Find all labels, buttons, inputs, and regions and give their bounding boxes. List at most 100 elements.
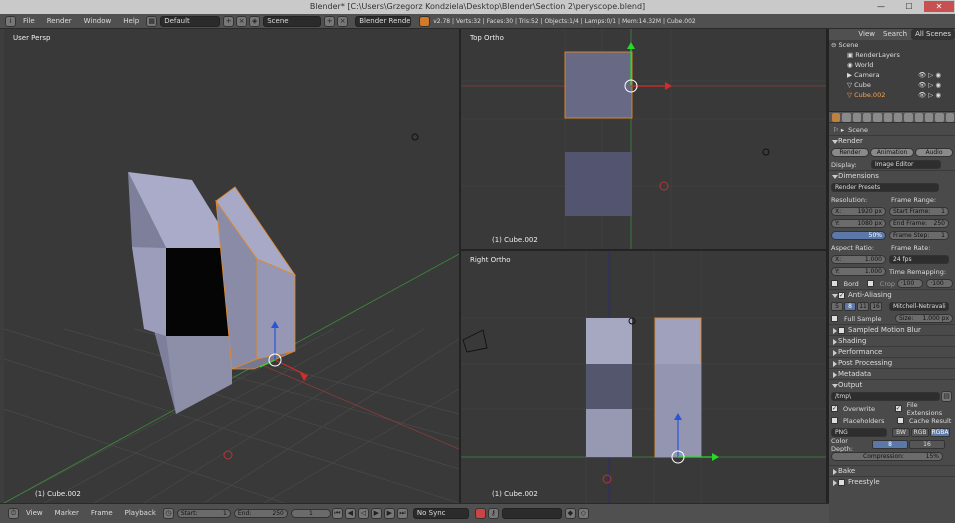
viewport-right-ortho[interactable]: Right Ortho (1) Cube.002 (461, 251, 826, 503)
particles-tab-icon[interactable] (935, 112, 944, 122)
section-performance[interactable]: Performance (829, 346, 955, 357)
menu-file[interactable]: File (17, 14, 41, 29)
section-motion-blur[interactable]: Sampled Motion Blur (829, 324, 955, 335)
audio-button[interactable]: Audio (915, 148, 953, 157)
menu-help[interactable]: Help (117, 14, 145, 29)
viewport-user-persp[interactable]: User Persp (1) Cube.002 (4, 29, 459, 503)
keying-set-field[interactable] (501, 508, 562, 519)
material-tab-icon[interactable] (914, 112, 923, 122)
menu-window[interactable]: Window (78, 14, 118, 29)
aa-size-field[interactable]: Size: 1.000 px (895, 314, 953, 323)
layers-tab-icon[interactable] (842, 112, 851, 122)
constraints-tab-icon[interactable] (883, 112, 892, 122)
section-anti-aliasing[interactable]: ✓ Anti-Aliasing (829, 289, 955, 300)
maximize-button[interactable]: ☐ (896, 1, 922, 12)
viewport-divider[interactable] (461, 249, 827, 251)
start-frame-field[interactable]: Start: 1 (176, 509, 231, 518)
color-rgb-button[interactable]: RGB (911, 428, 929, 437)
outliner-item-cube002[interactable]: ▽ Cube.002 👁 ▷ ◉ (829, 90, 955, 100)
outliner-item-world[interactable]: ◉ World (829, 60, 955, 70)
remap-old-field[interactable]: ·100 (896, 279, 924, 288)
outliner-item-camera[interactable]: ▶ Camera 👁 ▷ ◉ (829, 70, 955, 80)
outliner-item-scene[interactable]: ⊖ Scene (829, 40, 955, 50)
scene-select[interactable]: Scene (263, 15, 322, 27)
end-frame-field[interactable]: End Frame: 250 (889, 219, 949, 228)
world-tab-icon[interactable] (862, 112, 872, 122)
resolution-x-field[interactable]: X: 1920 px (831, 207, 886, 216)
section-bake[interactable]: Bake (829, 465, 955, 476)
full-sample-checkbox[interactable] (831, 315, 838, 322)
aa-samples-5[interactable]: 5 (831, 302, 843, 311)
outliner-item-cube[interactable]: ▽ Cube 👁 ▷ ◉ (829, 80, 955, 90)
data-tab-icon[interactable] (904, 112, 913, 122)
display-select[interactable]: Image Editor (871, 160, 941, 169)
timeline-frame-menu[interactable]: Frame (85, 506, 119, 521)
keying-set-icon[interactable]: ⚷ (487, 508, 499, 519)
current-frame-field[interactable]: 1 (290, 509, 331, 518)
section-shading[interactable]: Shading (829, 335, 955, 346)
next-key-icon[interactable]: ▶ (383, 508, 395, 519)
minimize-button[interactable]: — (868, 1, 894, 12)
add-scene-icon[interactable]: + (324, 15, 336, 27)
delete-key-icon[interactable]: ◇ (577, 508, 589, 519)
visibility-icons[interactable]: 👁 ▷ ◉ (918, 90, 941, 100)
section-render[interactable]: Render (829, 135, 955, 146)
compression-slider[interactable]: Compression: 15% (831, 452, 943, 461)
color-rgba-button[interactable]: RGBA (930, 428, 950, 437)
insert-key-icon[interactable]: ◆ (564, 508, 576, 519)
resolution-percent-field[interactable]: 50% (831, 231, 886, 240)
timeline-playback-menu[interactable]: Playback (119, 506, 162, 521)
outliner-search-menu[interactable]: Search (879, 29, 911, 40)
jump-end-icon[interactable]: ⏭ (396, 508, 408, 519)
visibility-icons[interactable]: 👁 ▷ ◉ (918, 70, 941, 80)
texture-tab-icon[interactable] (924, 112, 934, 122)
modifiers-tab-icon[interactable] (893, 112, 903, 122)
object-tab-icon[interactable] (873, 112, 882, 122)
scene-icon[interactable]: ◈ (249, 15, 261, 27)
prev-key-icon[interactable]: ◀ (344, 508, 356, 519)
aspect-x-field[interactable]: X: 1.000 (831, 255, 886, 264)
physics-tab-icon[interactable] (945, 112, 954, 122)
timeline-marker-menu[interactable]: Marker (49, 506, 85, 521)
aspect-y-field[interactable]: Y: 1.000 (831, 267, 886, 276)
remap-new-field[interactable]: ·100 (926, 279, 953, 288)
auto-keyframe-icon[interactable] (474, 508, 486, 519)
jump-start-icon[interactable]: ⏮ (331, 508, 343, 519)
timeline-view-menu[interactable]: View (20, 506, 49, 521)
placeholders-checkbox[interactable] (831, 417, 838, 424)
menu-render[interactable]: Render (41, 14, 78, 29)
aa-samples-16[interactable]: 16 (870, 302, 882, 311)
remove-scene-icon[interactable]: × (337, 15, 349, 27)
visibility-icons[interactable]: 👁 ▷ ◉ (918, 80, 941, 90)
outliner-view-menu[interactable]: View (854, 29, 879, 40)
resolution-y-field[interactable]: Y: 1080 px (831, 219, 886, 228)
add-layout-icon[interactable]: + (223, 15, 235, 27)
viewport-divider[interactable] (459, 29, 461, 503)
render-presets-select[interactable]: Render Presets (831, 183, 939, 192)
play-icon[interactable]: ▶ (370, 508, 382, 519)
anti-aliasing-checkbox[interactable]: ✓ (838, 292, 845, 299)
close-button[interactable]: ✕ (924, 1, 954, 12)
section-post-processing[interactable]: Post Processing (829, 357, 955, 368)
border-checkbox[interactable] (831, 280, 838, 287)
layout-icon[interactable]: ▦ (146, 15, 158, 27)
color-depth-8[interactable]: 8 (872, 440, 908, 449)
outliner-display-mode[interactable]: All Scenes (911, 29, 955, 40)
color-bw-button[interactable]: BW (892, 428, 910, 437)
frame-rate-select[interactable]: 24 fps (889, 255, 949, 264)
file-extensions-checkbox[interactable]: ✓ (894, 405, 902, 412)
section-output[interactable]: Output (829, 379, 955, 390)
render-button[interactable]: Render (831, 148, 869, 157)
end-frame-field[interactable]: End: 250 (233, 509, 288, 518)
layout-select[interactable]: Default (160, 15, 221, 27)
start-frame-field[interactable]: Start Frame: 1 (889, 207, 949, 216)
aa-samples-11[interactable]: 11 (857, 302, 869, 311)
timeline-editor-icon[interactable]: ⏱ (8, 508, 19, 519)
remove-layout-icon[interactable]: × (236, 15, 248, 27)
sync-mode-select[interactable]: No Sync (412, 508, 469, 519)
render-tab-icon[interactable] (832, 112, 841, 122)
viewport-top-ortho[interactable]: Top Ortho (1) Cube.002 (461, 29, 826, 249)
cache-result-checkbox[interactable] (897, 417, 904, 424)
section-metadata[interactable]: Metadata (829, 368, 955, 379)
aa-samples-8[interactable]: 8 (844, 302, 856, 311)
